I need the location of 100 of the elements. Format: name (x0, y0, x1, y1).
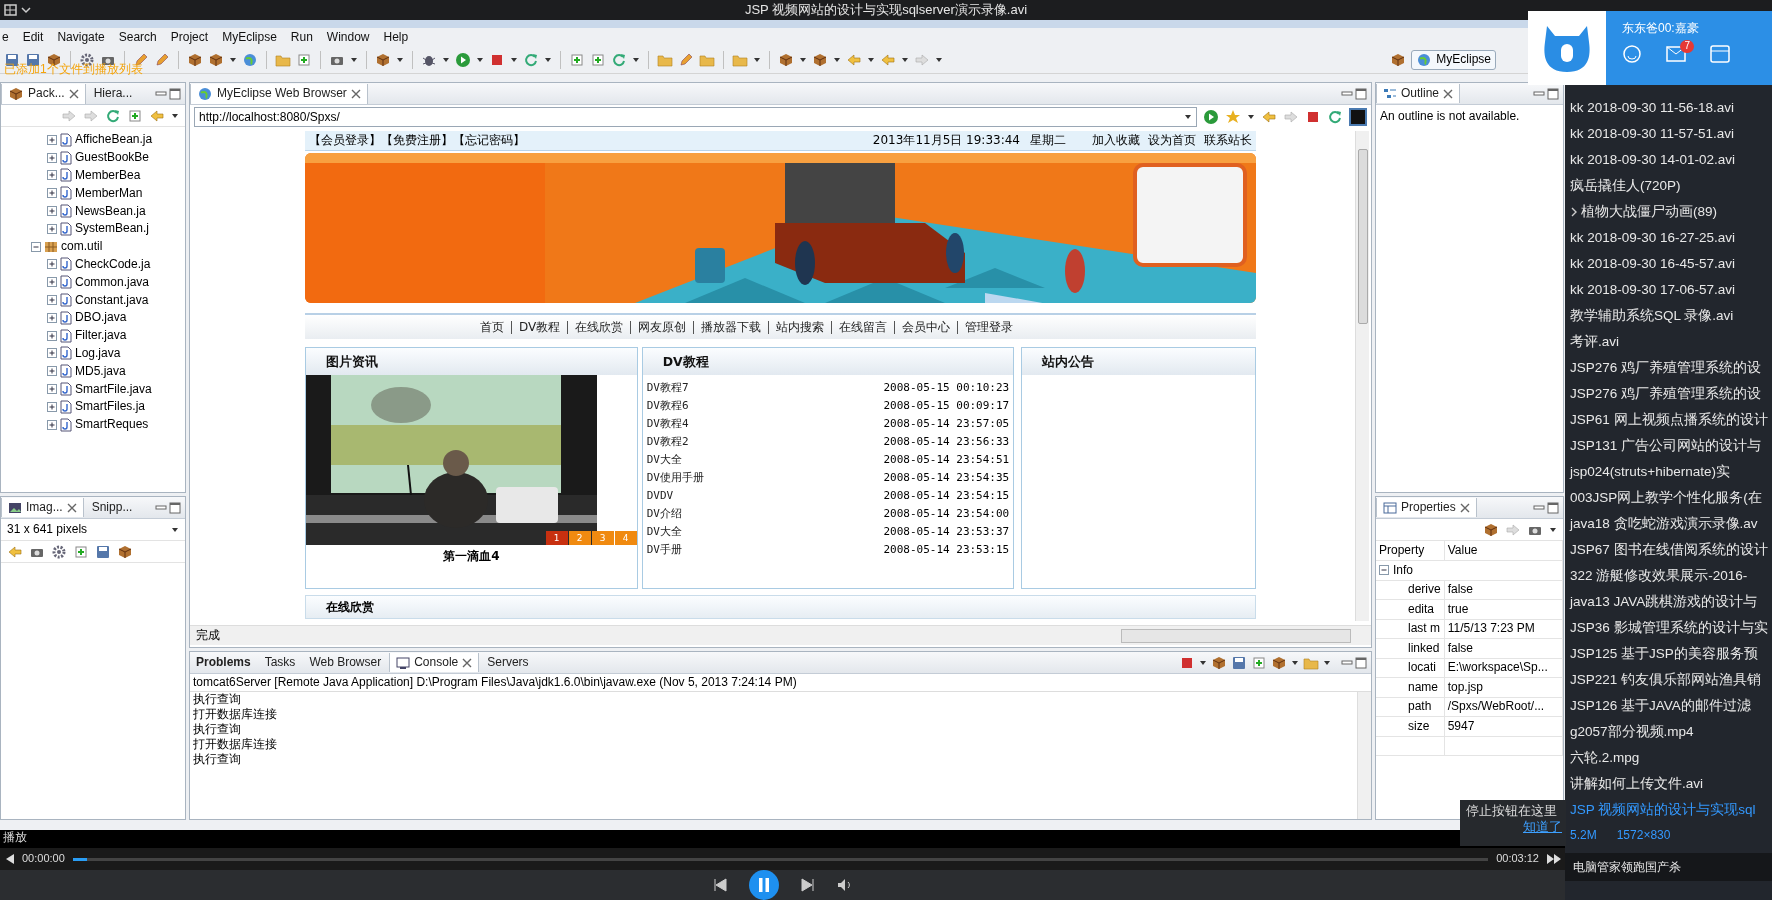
tab[interactable]: Outline (1376, 84, 1461, 103)
tab[interactable]: Console (389, 653, 480, 673)
header-link[interactable]: 联系站长 (1204, 133, 1252, 148)
playlist-item[interactable]: 003JSP网上教学个性化服务(在 (1565, 485, 1772, 511)
menu-item[interactable]: Search (118, 29, 157, 45)
menu-item[interactable]: Edit (22, 29, 44, 45)
header-link[interactable]: 加入收藏 (1092, 133, 1140, 148)
add-icon[interactable] (590, 51, 606, 68)
playlist-item[interactable]: java13 JAVA跳棋游戏的设计与 (1565, 589, 1772, 615)
playlist-item[interactable]: JSP221 钓友俱乐部网站渔具销 (1565, 667, 1772, 693)
tab[interactable]: Imag... (1, 498, 84, 517)
playlist-item[interactable]: JSP276 鸡厂养殖管理系统的设 (1565, 355, 1772, 381)
stop-icon[interactable] (1305, 109, 1321, 125)
tree-item[interactable]: Common.java (75, 274, 150, 290)
article-link[interactable]: DV手册 (646, 543, 682, 557)
playlist-item[interactable]: 植物大战僵尸动画(89) (1565, 199, 1772, 225)
article-link[interactable]: DV大全 (646, 453, 682, 467)
tab[interactable]: Servers (481, 653, 535, 673)
expand-icon[interactable] (47, 170, 57, 181)
nav-link[interactable]: 播放器下载 (701, 319, 762, 335)
tab[interactable]: Web Browser (303, 653, 388, 673)
cube-icon[interactable] (208, 51, 224, 68)
menu-item[interactable]: Navigate (57, 29, 105, 45)
playlist-item[interactable]: 讲解如何上传文件.avi (1565, 771, 1772, 797)
save-icon[interactable] (95, 543, 111, 560)
expand-icon[interactable] (47, 259, 57, 270)
playlist-item[interactable]: 疯岳撬佳人(720P) (1565, 173, 1772, 199)
chevron-icon[interactable] (1570, 207, 1578, 217)
tree-item[interactable]: SmartFile.java (75, 381, 152, 397)
article-link[interactable]: DV教程2 (646, 435, 689, 449)
pencil-icon[interactable] (154, 51, 170, 68)
slide-button[interactable]: 1 (545, 531, 568, 545)
article-link[interactable]: DVDV (646, 489, 674, 503)
tree-item[interactable]: MemberBea (75, 168, 141, 183)
tab[interactable]: Snipp... (85, 498, 139, 517)
cube-icon[interactable] (375, 51, 391, 68)
close-icon[interactable] (68, 88, 79, 99)
scrollbar[interactable] (1355, 131, 1369, 621)
tree-item[interactable]: SmartReques (75, 417, 149, 433)
playlist-item[interactable]: JSP36 影城管理系统的设计与实 (1565, 615, 1772, 641)
expand-icon[interactable] (47, 295, 57, 306)
ad-text[interactable]: 电脑管家领跑国产杀 (1565, 853, 1772, 881)
playlist-item[interactable]: JSP67 图书在线借阅系统的设计 (1565, 537, 1772, 563)
playlist-item[interactable]: g2057部分视频.mp4 (1565, 719, 1772, 745)
url-field[interactable]: http://localhost:8080/Spxs/ (194, 107, 1197, 127)
playlist-item[interactable]: JSP61 网上视频点播系统的设计 (1565, 407, 1772, 433)
tab[interactable]: Problems (190, 653, 257, 673)
play-icon[interactable] (1203, 109, 1219, 125)
menu-item[interactable]: Help (383, 29, 409, 45)
add-icon[interactable] (127, 107, 143, 124)
scrollbar[interactable] (1357, 692, 1371, 819)
nav-link[interactable]: 首页 (480, 319, 504, 335)
menu-item[interactable]: Project (170, 29, 209, 45)
refresh-icon[interactable] (105, 107, 121, 124)
tree-item[interactable]: AfficheBean.ja (75, 132, 153, 148)
add-icon[interactable] (73, 543, 89, 560)
expand-icon[interactable] (47, 312, 57, 323)
expand-icon[interactable] (47, 330, 57, 341)
fast-forward-icon[interactable] (1547, 854, 1561, 864)
cube-icon[interactable] (778, 51, 794, 68)
maximize-icon[interactable] (1355, 87, 1367, 100)
expand-icon[interactable] (47, 206, 57, 217)
tab[interactable]: Tasks (258, 653, 302, 673)
tree-item[interactable]: Constant.java (75, 292, 149, 308)
nav-link[interactable]: 在线欣赏 (575, 319, 624, 335)
volume-icon[interactable] (836, 878, 853, 892)
tree-item[interactable]: Filter.java (75, 328, 127, 344)
previous-icon[interactable] (712, 878, 727, 892)
maximize-icon[interactable] (1547, 87, 1559, 100)
close-icon[interactable] (462, 657, 473, 668)
star-icon[interactable] (1225, 109, 1241, 125)
close-icon[interactable] (1443, 88, 1454, 99)
playlist-item[interactable]: java18 贪吃蛇游戏演示录像.av (1565, 511, 1772, 537)
menu-item[interactable]: Window (326, 29, 370, 45)
playlist-item[interactable]: JSP 视频网站的设计与实现sql (1565, 797, 1772, 823)
tree-item[interactable]: DBO.java (75, 310, 127, 326)
tree-item[interactable]: SystemBean.j (75, 221, 150, 237)
expand-icon[interactable] (47, 384, 57, 395)
cube-icon[interactable] (1390, 51, 1407, 68)
tree-item[interactable]: CheckCode.ja (75, 256, 151, 272)
next-icon[interactable] (800, 878, 815, 892)
playlist-item[interactable]: jsp024(struts+hibernate)实 (1565, 459, 1772, 485)
article-link[interactable]: DV介绍 (646, 507, 682, 521)
playlist-item[interactable]: kk 2018-09-30 11-57-51.avi (1565, 121, 1772, 147)
tree-item[interactable]: MD5.java (75, 363, 126, 379)
expand-icon[interactable] (47, 223, 57, 234)
menu-item[interactable]: e (2, 29, 9, 45)
tab[interactable]: Properties (1376, 498, 1477, 517)
play-icon[interactable] (455, 51, 471, 68)
cube-icon[interactable] (1211, 654, 1227, 671)
globe-icon[interactable] (242, 51, 258, 68)
collapse-icon[interactable] (1379, 565, 1389, 576)
playlist-item[interactable]: 322 游艇修改效果展示-2016- (1565, 563, 1772, 589)
close-icon[interactable] (66, 502, 77, 513)
nav-link[interactable]: 会员中心 (902, 319, 951, 335)
tree-item[interactable]: Log.java (75, 345, 121, 361)
cube-icon[interactable] (812, 51, 828, 68)
page-icon[interactable] (1349, 108, 1367, 126)
refresh-icon[interactable] (611, 51, 627, 68)
tree-item[interactable]: SmartFiles.ja (75, 399, 145, 415)
